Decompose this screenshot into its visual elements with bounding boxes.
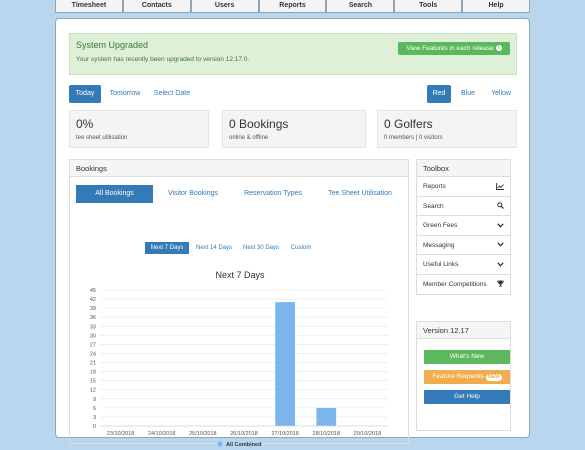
y-tick-label: 42	[90, 297, 96, 303]
tab-tomorrow[interactable]: Tomorrow	[106, 85, 144, 103]
trophy-icon	[497, 275, 504, 294]
legend-marker	[217, 441, 223, 447]
nav-timesheet[interactable]: Timesheet	[55, 0, 123, 13]
top-nav: Timesheet Contacts Users Reports Search …	[55, 0, 531, 13]
tab-red[interactable]: Red	[427, 85, 451, 103]
bookings-panel: Bookings All Bookings Visitor Bookings R…	[69, 159, 409, 448]
chart-title: Next 7 Days	[215, 270, 265, 280]
tab-all-bookings[interactable]: All Bookings	[76, 185, 153, 203]
y-tick-label: 27	[90, 342, 96, 348]
tab-select-date[interactable]: Select Date	[149, 85, 195, 103]
y-tick-label: 12	[90, 388, 96, 394]
stat-value: 0 Golfers	[384, 117, 433, 131]
y-tick-label: 36	[90, 315, 96, 321]
x-tick-label: 29/10/2018	[354, 431, 382, 437]
nav-tools[interactable]: Tools	[394, 0, 463, 13]
bar	[316, 407, 337, 426]
toolbox-useful-links[interactable]: Useful Links	[417, 255, 510, 275]
feature-requests-label: Feature Requests	[432, 373, 484, 380]
bar	[275, 302, 296, 426]
nav-users[interactable]: Users	[190, 0, 259, 13]
y-tick-label: 18	[90, 370, 96, 376]
toolbox-item-label: Search	[423, 202, 444, 210]
chevron-down-icon	[497, 216, 504, 235]
main-panel: System Upgraded Your system has recently…	[55, 18, 530, 448]
tab-tee-sheet-utilisation[interactable]: Tee Sheet Utilisation	[318, 185, 402, 203]
x-tick-label: 27/10/2018	[271, 431, 299, 437]
view-features-label: View Features in each release	[406, 45, 494, 52]
y-tick-label: 15	[90, 379, 96, 385]
y-tick-label: 3	[93, 415, 96, 421]
toolbox-messaging[interactable]: Messaging	[417, 236, 510, 255]
bookings-chart: 036912151821242730333639424523/10/2018 24…	[90, 288, 388, 448]
feature-requests-button[interactable]: Feature Requests NEW	[424, 370, 510, 384]
y-tick-label: 21	[90, 361, 96, 367]
toolbox-item-label: Reports	[423, 183, 446, 190]
chart-icon	[496, 177, 504, 196]
toolbox-item-label: Messaging	[423, 241, 455, 249]
chevron-down-icon	[497, 236, 504, 255]
y-tick-label: 6	[93, 406, 96, 412]
y-tick-label: 33	[90, 324, 96, 330]
y-tick-label: 39	[90, 306, 96, 312]
stat-label: tee sheet utilisation	[76, 135, 128, 141]
toolbox-panel: Toolbox Reports Search Green Fees Messag…	[416, 159, 511, 295]
y-tick-label: 9	[93, 397, 96, 403]
toolbox-item-label: Green Fees	[423, 222, 458, 229]
version-panel: Version 12.17 What's New Feature Request…	[416, 321, 511, 431]
toolbox-item-label: Member Competitions	[423, 280, 487, 288]
tab-today[interactable]: Today	[69, 85, 101, 103]
x-tick-label: 23/10/2018	[107, 431, 135, 437]
toolbox-green-fees[interactable]: Green Fees	[417, 216, 510, 236]
nav-contacts[interactable]: Contacts	[122, 0, 191, 13]
tab-blue[interactable]: Blue	[455, 85, 481, 103]
stat-label: online & offline	[229, 135, 269, 141]
toolbox-search[interactable]: Search	[417, 197, 510, 216]
tab-yellow[interactable]: Yellow	[485, 85, 517, 103]
stat-value: 0 Bookings	[229, 117, 289, 131]
nav-reports[interactable]: Reports	[258, 0, 327, 13]
info-icon: i	[495, 45, 502, 52]
y-tick-label: 45	[90, 288, 96, 294]
alert-title: System Upgraded	[76, 40, 149, 50]
view-features-button[interactable]: View Features in each release i	[398, 42, 510, 55]
period-next-30[interactable]: Next 30 Days	[239, 242, 283, 254]
toolbox-title: Toolbox	[417, 160, 510, 177]
nav-help[interactable]: Help	[462, 0, 531, 13]
x-tick-label: 24/10/2018	[148, 431, 176, 437]
period-custom[interactable]: Custom	[286, 242, 316, 254]
y-tick-label: 24	[90, 351, 96, 357]
stat-utilisation: 0% tee sheet utilisation	[69, 110, 209, 148]
period-next-7[interactable]: Next 7 Days	[145, 242, 189, 254]
y-tick-label: 30	[90, 333, 96, 339]
toolbox-item-label: Useful Links	[423, 261, 459, 268]
stat-value: 0%	[76, 117, 94, 131]
nav-search[interactable]: Search	[326, 0, 395, 13]
tab-reservation-types[interactable]: Reservation Types	[233, 185, 313, 203]
upgrade-alert: System Upgraded Your system has recently…	[69, 33, 517, 75]
stat-label: 0 members | 0 visitors	[384, 135, 443, 141]
toolbox-member-competitions[interactable]: Member Competitions	[417, 275, 510, 295]
get-help-button[interactable]: Get Help	[424, 390, 510, 404]
bookings-title: Bookings	[70, 160, 408, 177]
period-next-14[interactable]: Next 14 Days	[192, 242, 236, 254]
search-icon	[497, 197, 504, 216]
x-tick-label: 25/10/2018	[189, 431, 217, 437]
alert-message: Your system has recently been upgraded t…	[76, 56, 250, 63]
stat-golfers: 0 Golfers 0 members | 0 visitors	[377, 110, 517, 148]
x-tick-label: 26/10/2018	[230, 431, 258, 437]
tab-visitor-bookings[interactable]: Visitor Bookings	[158, 185, 228, 203]
legend-label: All Combined	[226, 442, 261, 448]
whats-new-button[interactable]: What's New	[424, 350, 510, 364]
stat-bookings: 0 Bookings online & offline	[222, 110, 366, 148]
x-tick-label: 28/10/2018	[313, 431, 341, 437]
version-title: Version 12.17	[417, 322, 510, 339]
new-badge: NEW	[486, 374, 502, 381]
y-tick-label: 0	[93, 424, 96, 430]
toolbox-reports[interactable]: Reports	[417, 177, 510, 197]
chevron-down-icon	[497, 255, 504, 274]
